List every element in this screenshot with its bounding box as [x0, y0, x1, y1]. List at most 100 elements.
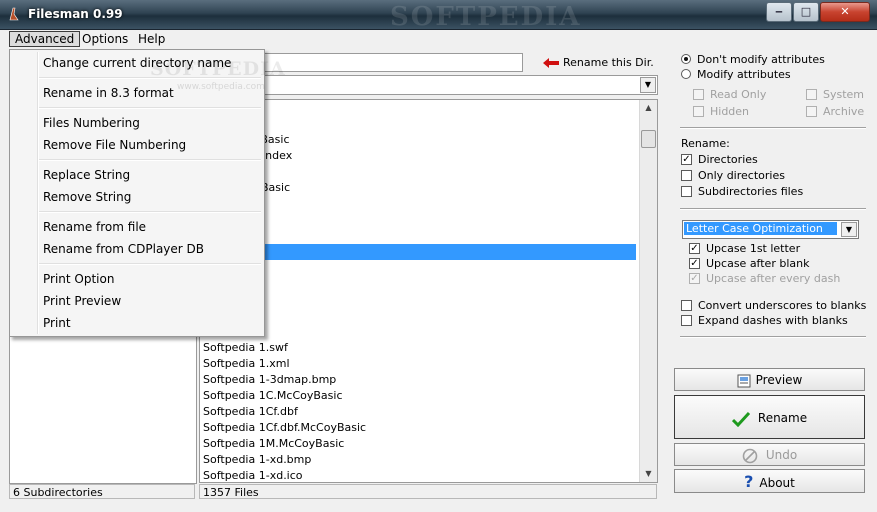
file-list-row[interactable]: jpg	[200, 276, 636, 292]
rename-button[interactable]: Rename	[674, 395, 865, 439]
status-subdirectories: 6 Subdirectories	[9, 484, 195, 499]
rename-this-dir-button[interactable]: Rename this Dir.	[543, 54, 654, 71]
menu-watermark-url: www.softpedia.com	[177, 82, 265, 92]
checkbox-only-directories-label: Only directories	[698, 169, 785, 182]
file-list-row[interactable]: csv.RecordIndex	[200, 148, 636, 164]
radio-dont-modify[interactable]: Don't modify attributes	[681, 53, 825, 67]
close-button[interactable]: ✕	[820, 2, 870, 22]
radio-modify[interactable]: Modify attributes	[681, 68, 791, 82]
checkbox-icon	[806, 88, 817, 100]
checkmark-icon: ✓	[689, 257, 700, 269]
radio-dont-modify-label: Don't modify attributes	[697, 53, 825, 66]
file-list-row[interactable]: csv.McCoyBasic	[200, 132, 636, 148]
file-list-row[interactable]: htm	[200, 212, 636, 228]
checkbox-subdirectories-files[interactable]: Subdirectories files	[681, 185, 803, 199]
checkbox-read-only[interactable]: Read Only	[693, 88, 766, 102]
checkbox-icon	[693, 88, 704, 100]
preview-button[interactable]: Preview	[674, 368, 865, 391]
menu-bar: Advanced Options Help	[0, 30, 877, 49]
file-list-row[interactable]: Softpedia 1Cf.dbf.McCoyBasic	[200, 420, 636, 436]
scroll-down-icon[interactable]: ▼	[640, 466, 657, 482]
case-mode-select[interactable]: Letter Case Optimization ▼	[682, 220, 859, 239]
file-list-row[interactable]: Softpedia 1-xd.ico	[200, 468, 636, 482]
scroll-up-icon[interactable]: ▲	[640, 100, 657, 116]
preview-icon	[737, 374, 751, 387]
menu-item-files-numbering[interactable]: Files Numbering	[43, 113, 140, 133]
status-files: 1357 Files	[199, 484, 657, 499]
checkmark-icon: ✓	[689, 242, 700, 254]
file-list-scrollbar[interactable]: ▲ ▼	[639, 100, 657, 482]
title-bar[interactable]: Filesman 0.99 SOFTPEDIA ‒ □ ✕	[0, 0, 877, 32]
divider	[680, 208, 866, 210]
checkbox-convert-underscores-label: Convert underscores to blanks	[698, 299, 867, 312]
file-list-row[interactable]: java	[200, 260, 636, 276]
radio-unchecked-icon	[681, 69, 691, 79]
checkbox-system-label: System	[823, 88, 865, 101]
checkbox-directories[interactable]: ✓ Directories	[681, 153, 758, 167]
checkbox-only-directories[interactable]: Only directories	[681, 169, 785, 183]
checkbox-upcase-after-dash[interactable]: ✓ Upcase after every dash	[689, 272, 840, 286]
menu-item-rename-from-file[interactable]: Rename from file	[43, 217, 146, 237]
file-list-row[interactable]: ico	[200, 244, 636, 260]
divider	[680, 127, 866, 129]
checkbox-system[interactable]: System	[806, 88, 864, 102]
undo-button[interactable]: Undo	[674, 443, 865, 466]
file-list-row[interactable]: gif	[200, 196, 636, 212]
question-mark-icon: ?	[744, 472, 754, 491]
checkbox-icon	[693, 105, 704, 117]
file-list-row[interactable]: Softpedia 1-3dmap.bmp	[200, 372, 636, 388]
file-list-row[interactable]: Softpedia 1.swf	[200, 340, 636, 356]
radio-checked-icon	[681, 54, 691, 64]
file-list-rows: csvcsv.crc16csv.McCoyBasiccsv.RecordInde…	[200, 100, 657, 482]
menu-item-change-dir-name[interactable]: Change current directory name	[43, 53, 231, 73]
menu-item-print[interactable]: Print	[43, 313, 71, 333]
file-list-row[interactable]: jspimage	[200, 292, 636, 308]
checkbox-subdirectories-files-label: Subdirectories files	[698, 185, 804, 198]
file-list-row[interactable]: dat.McCoyBasic	[200, 180, 636, 196]
file-list-row[interactable]: dat	[200, 164, 636, 180]
file-list-row[interactable]: Softpedia 1Cf.dbf	[200, 404, 636, 420]
menu-options[interactable]: Options	[77, 31, 133, 47]
divider	[680, 336, 866, 338]
menu-item-rename-83[interactable]: Rename in 8.3 format	[43, 83, 174, 103]
menu-gutter	[37, 52, 39, 334]
checkbox-expand-dashes[interactable]: Expand dashes with blanks	[681, 314, 848, 328]
scroll-thumb[interactable]	[641, 130, 656, 148]
menu-item-print-option[interactable]: Print Option	[43, 269, 114, 289]
menu-item-remove-numbering[interactable]: Remove File Numbering	[43, 135, 186, 155]
about-button[interactable]: ? About	[674, 469, 865, 493]
checkbox-read-only-label: Read Only	[710, 88, 767, 101]
file-list[interactable]: csvcsv.crc16csv.McCoyBasiccsv.RecordInde…	[199, 99, 658, 483]
checkbox-upcase-after-blank[interactable]: ✓ Upcase after blank	[689, 257, 809, 271]
maximize-button[interactable]: □	[793, 2, 819, 22]
file-list-row[interactable]: csv	[200, 100, 636, 116]
chevron-down-icon[interactable]: ▼	[640, 77, 656, 93]
checkbox-icon	[681, 299, 692, 311]
checkmark-icon: ✓	[681, 153, 692, 165]
file-list-row[interactable]: rtf	[200, 308, 636, 324]
checkbox-archive[interactable]: Archive	[806, 105, 864, 119]
minimize-button[interactable]: ‒	[766, 2, 792, 22]
file-list-row[interactable]: Softpedia 1C.McCoyBasic	[200, 388, 636, 404]
checkmark-icon: ✓	[689, 272, 700, 284]
menu-help[interactable]: Help	[133, 31, 170, 47]
file-list-row[interactable]: Softpedia 1.xml	[200, 356, 636, 372]
menu-separator	[39, 77, 261, 79]
file-list-row[interactable]: Softpedia 1-xd.bmp	[200, 452, 636, 468]
file-list-row[interactable]: csv.crc16	[200, 116, 636, 132]
no-entry-icon	[742, 448, 758, 463]
file-list-row[interactable]: Softpedia 1M.McCoyBasic	[200, 436, 636, 452]
title-watermark: SOFTPEDIA	[390, 2, 582, 32]
checkbox-hidden[interactable]: Hidden	[693, 105, 749, 119]
file-list-row[interactable]: htm.ifswl	[200, 228, 636, 244]
checkbox-expand-dashes-label: Expand dashes with blanks	[698, 314, 848, 327]
checkbox-upcase-first[interactable]: ✓ Upcase 1st letter	[689, 242, 800, 256]
menu-item-rename-from-cdplayer[interactable]: Rename from CDPlayer DB	[43, 239, 204, 259]
menu-item-remove-string[interactable]: Remove String	[43, 187, 131, 207]
menu-advanced[interactable]: Advanced	[9, 31, 81, 47]
chevron-down-icon[interactable]: ▼	[841, 222, 857, 237]
file-list-row[interactable]: sf	[200, 324, 636, 340]
menu-item-replace-string[interactable]: Replace String	[43, 165, 130, 185]
menu-item-print-preview[interactable]: Print Preview	[43, 291, 121, 311]
checkbox-convert-underscores[interactable]: Convert underscores to blanks	[681, 299, 866, 313]
